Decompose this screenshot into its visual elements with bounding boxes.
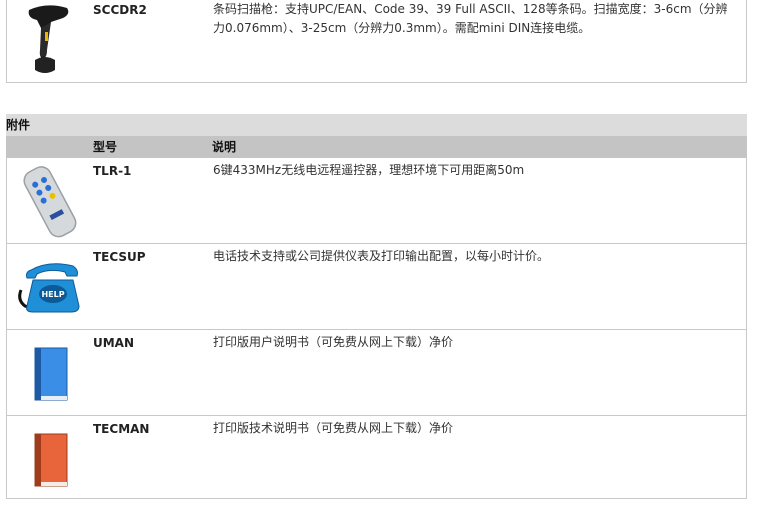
item-description: 6键433MHz无线电远程遥控器，理想环境下可用距离50m xyxy=(213,163,525,177)
table-row: UMAN 打印版用户说明书（可免费从网上下载）净价 xyxy=(7,330,746,416)
accessories-table: TLR-1 6键433MHz无线电远程遥控器，理想环境下可用距离50m HELP… xyxy=(6,158,747,499)
item-description: 打印版用户说明书（可免费从网上下载）净价 xyxy=(213,335,454,349)
item-model: TECSUP xyxy=(93,250,146,264)
top-product-box: SCCDR2 条码扫描枪：支持UPC/EAN、Code 39、39 Full A… xyxy=(6,0,747,83)
item-model: UMAN xyxy=(93,336,135,350)
table-row: TLR-1 6键433MHz无线电远程遥控器，理想环境下可用距离50m xyxy=(7,158,746,244)
table-header: 型号 说明 xyxy=(6,136,747,158)
blue-book-icon xyxy=(7,330,91,415)
help-telephone-icon: HELP xyxy=(7,244,91,329)
header-model: 型号 xyxy=(93,140,118,154)
remote-control-icon xyxy=(7,158,91,243)
item-description: 电话技术支持或公司提供仪表及打印输出配置，以每小时计价。 xyxy=(213,249,550,263)
header-description: 说明 xyxy=(212,140,237,154)
product-row: SCCDR2 条码扫描枪：支持UPC/EAN、Code 39、39 Full A… xyxy=(7,0,746,82)
item-description: 打印版技术说明书（可免费从网上下载）净价 xyxy=(213,421,454,435)
section-title: 附件 xyxy=(6,114,747,136)
table-row: TECMAN 打印版技术说明书（可免费从网上下载）净价 xyxy=(7,416,746,501)
item-model: TLR-1 xyxy=(93,164,132,178)
orange-book-icon xyxy=(7,416,91,501)
item-model: TECMAN xyxy=(93,422,150,436)
product-model: SCCDR2 xyxy=(93,3,147,17)
svg-text:HELP: HELP xyxy=(41,290,64,299)
table-row: HELP TECSUP 电话技术支持或公司提供仪表及打印输出配置，以每小时计价。 xyxy=(7,244,746,330)
barcode-scanner-icon xyxy=(7,0,91,82)
product-description: 条码扫描枪：支持UPC/EAN、Code 39、39 Full ASCII、12… xyxy=(213,2,728,35)
